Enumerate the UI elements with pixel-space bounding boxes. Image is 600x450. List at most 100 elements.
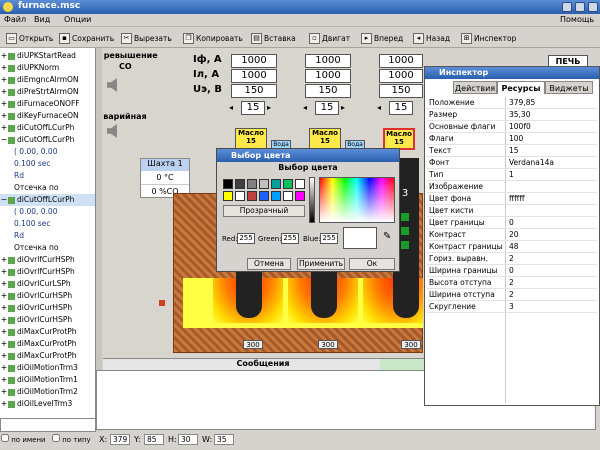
color-spectrum[interactable]	[319, 177, 395, 223]
color-swatch[interactable]	[247, 191, 257, 201]
forward-button[interactable]: ▸ Вперед	[358, 30, 408, 46]
cancel-button[interactable]: Отмена	[247, 258, 291, 270]
oil-indicator[interactable]: Масло 15	[309, 128, 341, 150]
transparent-button[interactable]: Прозрачный	[223, 205, 305, 217]
stepper-down-arrow[interactable]: ◂	[303, 103, 307, 112]
color-swatch[interactable]	[235, 179, 245, 189]
oil-indicator-selected[interactable]: Масло 15	[383, 128, 415, 150]
prop-row[interactable]: Основные флаги 100f0	[427, 121, 597, 133]
tree-subitem[interactable]: Отсечка по	[0, 242, 95, 254]
w-field[interactable]: 35	[214, 434, 234, 445]
tree-item[interactable]: + diOilLevelTrm3	[0, 398, 95, 410]
color-swatch[interactable]	[223, 191, 233, 201]
stepper-up-arrow[interactable]: ▸	[267, 103, 271, 112]
apply-button[interactable]: Применить	[297, 258, 345, 270]
tree-item[interactable]: + diMaxCurProtPh	[0, 338, 95, 350]
color-swatch[interactable]	[247, 179, 257, 189]
object-tree[interactable]: + diUPKStartRead + diUPKNorm + diEmgncAlrmO…	[0, 48, 96, 418]
color-swatch[interactable]	[223, 179, 233, 189]
prop-row[interactable]: Цвет кисти	[427, 205, 597, 217]
tree-item[interactable]: + diOvrlCurHSPh	[0, 302, 95, 314]
eyedropper-icon[interactable]: ✎	[383, 231, 391, 242]
move-button[interactable]: ▫ Двигат	[306, 30, 355, 46]
tree-item[interactable]: + diOvrlCurHSPh	[0, 290, 95, 302]
x-field[interactable]: 379	[110, 434, 130, 445]
tree-item[interactable]: + diOilMotionTrm1	[0, 374, 95, 386]
oil-indicator[interactable]: Масло 15	[235, 128, 267, 150]
color-swatch[interactable]	[283, 191, 293, 201]
prop-row[interactable]: Ширина границы 0	[427, 265, 597, 277]
tree-item[interactable]: + diOvrlfCurHSPh	[0, 254, 95, 266]
prop-row[interactable]: Цвет фона ffffff	[427, 193, 597, 205]
maximize-button[interactable]	[575, 2, 585, 12]
filter-by-type[interactable]: по типу	[52, 434, 91, 444]
tree-item[interactable]: + diFurnaceONOFF	[0, 98, 95, 110]
tree-item[interactable]: + diKeyFurnaceON	[0, 110, 95, 122]
open-button[interactable]: ▭ Открыть	[3, 30, 58, 46]
prop-row[interactable]: Высота отступа 2	[427, 277, 597, 289]
value-field[interactable]: 1000	[379, 54, 423, 68]
color-swatch[interactable]	[259, 191, 269, 201]
menu-view[interactable]: Вид	[34, 15, 50, 24]
stepper-value[interactable]: 15	[315, 101, 339, 115]
tree-item-selected[interactable]: − diCutOffLCurPh	[0, 194, 95, 206]
value-field[interactable]: 150	[305, 84, 351, 98]
red-input[interactable]: 255	[237, 233, 255, 244]
color-swatch[interactable]	[295, 191, 305, 201]
tree-subitem[interactable]: Отсечка по	[0, 182, 95, 194]
tree-item[interactable]: + diMaxCurProtPh	[0, 326, 95, 338]
h-field[interactable]: 30	[178, 434, 198, 445]
stepper-up-arrow[interactable]: ▸	[341, 103, 345, 112]
prop-row[interactable]: Контраст границы 48	[427, 241, 597, 253]
color-swatch[interactable]	[271, 179, 281, 189]
tab-widgets[interactable]: Виджеты	[545, 81, 593, 94]
tree-subitem[interactable]: Rd	[0, 230, 95, 242]
tree-item[interactable]: + diEmgncAlrmON	[0, 74, 95, 86]
tab-resources[interactable]: Ресурсы	[497, 81, 545, 94]
value-field[interactable]: 1000	[231, 54, 277, 68]
tree-subitem[interactable]: ( 0.00, 0.00	[0, 206, 95, 218]
back-button[interactable]: ◂ Назад	[410, 30, 455, 46]
tree-item[interactable]: + diOvrlCurHSPh	[0, 314, 95, 326]
stepper-down-arrow[interactable]: ◂	[377, 103, 381, 112]
prop-row[interactable]: Ширина отступа 2	[427, 289, 597, 301]
blue-input[interactable]: 255	[320, 233, 338, 244]
value-field[interactable]: 150	[379, 84, 423, 98]
y-field[interactable]: 85	[144, 434, 164, 445]
tree-subitem[interactable]: 0.100 sec	[0, 218, 95, 230]
tab-actions[interactable]: Действия	[453, 81, 497, 94]
copy-button[interactable]: ❐ Копировать	[180, 30, 247, 46]
value-field[interactable]: 1000	[379, 69, 423, 83]
value-field[interactable]: 1000	[305, 54, 351, 68]
filter-by-name[interactable]: по имени	[1, 434, 46, 444]
color-swatch[interactable]	[259, 179, 269, 189]
prop-row[interactable]: Размер 35,30	[427, 109, 597, 121]
prop-row[interactable]: Изображение	[427, 181, 597, 193]
inspector-button[interactable]: ⊞ Инспектор	[458, 30, 521, 46]
prop-row[interactable]: Скругление 3	[427, 301, 597, 313]
menu-help[interactable]: Помощь	[560, 15, 594, 24]
brightness-slider[interactable]	[309, 177, 315, 223]
tree-item[interactable]: + diOvrlCurLSPh	[0, 278, 95, 290]
color-swatch[interactable]	[283, 179, 293, 189]
cut-button[interactable]: ✂ Вырезать	[118, 30, 176, 46]
minimize-button[interactable]	[562, 2, 572, 12]
prop-row[interactable]: Фонт Verdana14a	[427, 157, 597, 169]
tree-item[interactable]: + diOilMotionTrm3	[0, 362, 95, 374]
prop-row[interactable]: Тип 1	[427, 169, 597, 181]
color-swatch[interactable]	[235, 191, 245, 201]
color-swatch[interactable]	[271, 191, 281, 201]
tree-item[interactable]: + diOilMotionTrm2	[0, 386, 95, 398]
prop-row[interactable]: Контраст 20	[427, 229, 597, 241]
stepper-value[interactable]: 15	[389, 101, 413, 115]
save-button[interactable]: ▪ Сохранить	[56, 30, 119, 46]
stepper-value[interactable]: 15	[241, 101, 265, 115]
ok-button[interactable]: Ок	[349, 258, 395, 270]
menu-options[interactable]: Опции	[64, 15, 91, 24]
stepper-down-arrow[interactable]: ◂	[229, 103, 233, 112]
color-swatch[interactable]	[295, 179, 305, 189]
value-field[interactable]: 150	[231, 84, 277, 98]
value-field[interactable]: 1000	[231, 69, 277, 83]
prop-row[interactable]: Текст 15	[427, 145, 597, 157]
prop-row[interactable]: Гориз. выравн. 2	[427, 253, 597, 265]
